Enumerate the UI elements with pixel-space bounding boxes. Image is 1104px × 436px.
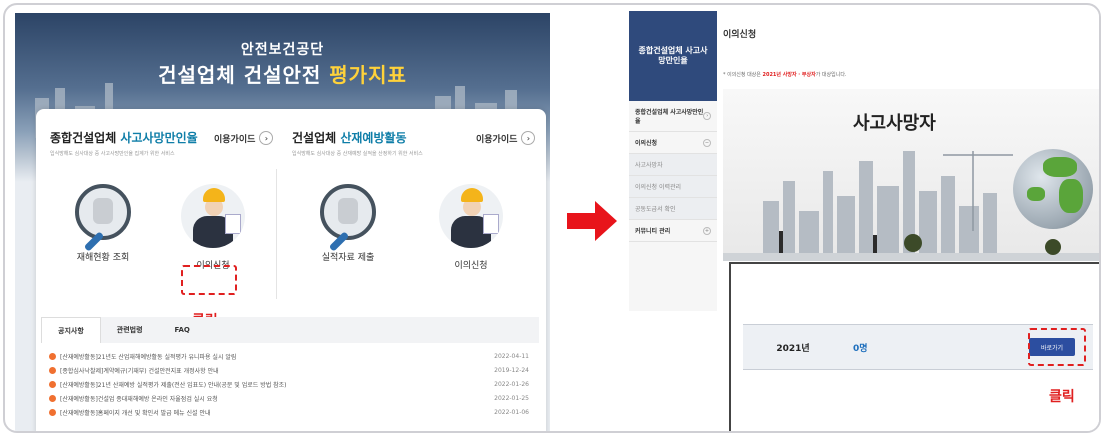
bullet-icon: [49, 380, 56, 388]
result-panel: 2021년 0명 바로가기 클릭: [729, 262, 1099, 431]
submit-records-button[interactable]: 실적자료 제출: [298, 184, 398, 263]
list-item[interactable]: [산재예방활동]21년도 산업재해예방활동 실적평가 유니파용 실시 알림 202…: [49, 349, 529, 363]
main-card: 종합건설업체 사고사망만인율 입식방해도 심사대상 중 사고사망만인율 집계가 …: [36, 109, 546, 431]
chevron-right-icon: ›: [703, 112, 711, 120]
sidebar-item-objection-history[interactable]: 이의신청 이력관리: [629, 176, 717, 198]
bullet-icon: [49, 394, 56, 402]
section-desc: 입식방해도 심사대상 중 산재예방 실적을 산정하기 위한 서비스: [292, 151, 423, 157]
site-title: 건설업체 건설안전 평가지표: [158, 63, 407, 87]
arrow-right-icon: [567, 201, 617, 241]
right-screenshot: 종합건설업체 사고사망만인율 종합건설업체 사고사망만인율 › 이의신청 − 사고사…: [627, 9, 1099, 431]
comparison-frame: 안전보건공단 건설업체 건설안전 평가지표 종합건설업체 사고사망만인율 입식방…: [3, 3, 1101, 433]
tab-notice[interactable]: 공지사항: [41, 317, 101, 343]
sidebar: 종합건설업체 사고사망만인율 종합건설업체 사고사망만인율 › 이의신청 − 사고사…: [629, 11, 717, 311]
globe-icon: [1013, 149, 1093, 229]
sidebar-item-objection[interactable]: 이의신청 −: [629, 132, 717, 154]
accident-lookup-button[interactable]: 재해현황 조회: [53, 184, 153, 263]
icon-label: 재해현황 조회: [76, 253, 130, 263]
count-cell: 0명: [853, 343, 868, 354]
agency-name: 안전보건공단: [240, 42, 325, 58]
sidebar-header: 종합건설업체 사고사망만인율: [629, 11, 717, 101]
sidebar-item-fatalities[interactable]: 사고사망자: [629, 154, 717, 176]
bullet-icon: [49, 366, 56, 374]
page-title: 이의신청: [723, 30, 757, 40]
board-tabs: 공지사항 관련법령 FAQ: [41, 317, 539, 343]
chevron-right-icon: ›: [259, 131, 274, 145]
notice-list: [산재예방활동]21년도 산업재해예방활동 실적평가 유니파용 실시 알림 202…: [49, 349, 529, 419]
sidebar-item-fatality-rate[interactable]: 종합건설업체 사고사망만인율 ›: [629, 101, 717, 132]
worker-icon: [439, 184, 503, 248]
highlight-box: [1028, 328, 1086, 366]
guide-link-2[interactable]: 이용가이드 ›: [476, 131, 536, 145]
click-annotation: 클릭: [1049, 389, 1075, 405]
magnifier-person-icon: [75, 184, 131, 252]
icon-label: 이의신청: [454, 261, 488, 271]
section-desc: 입식방해도 심사대상 중 사고사망만인율 집계가 위한 서비스: [50, 151, 175, 157]
year-cell: 2021년: [776, 343, 810, 354]
magnifier-person-icon: [320, 184, 376, 252]
chevron-right-icon: ›: [521, 131, 536, 145]
objection-button[interactable]: 이의신청: [163, 184, 263, 271]
sidebar-item-joint-contract[interactable]: 공동도급서 확인: [629, 198, 717, 220]
minus-icon: −: [703, 138, 711, 147]
plus-icon: +: [703, 226, 711, 235]
list-item[interactable]: [산재예방활동]건설업 종대재해예방 온라인 자율점검 실시 요청 2022-01…: [49, 391, 529, 405]
tab-faq[interactable]: FAQ: [159, 326, 206, 334]
left-screenshot: 안전보건공단 건설업체 건설안전 평가지표 종합건설업체 사고사망만인율 입식방…: [15, 13, 550, 431]
guide-link-1[interactable]: 이용가이드 ›: [214, 131, 274, 145]
bullet-icon: [49, 408, 56, 416]
icon-label: 실적자료 제출: [321, 253, 375, 263]
bullet-icon: [49, 352, 56, 360]
list-item[interactable]: [산재예방활동]21년 산재예방 실적평가 제출(전산 입표도) 안내(공문 및…: [49, 377, 529, 391]
divider: [276, 169, 277, 299]
notice-text: * 이의신청 대상은 2021년 사망자 · 부상자가 대상입니다.: [723, 72, 847, 78]
tab-laws[interactable]: 관련법령: [101, 325, 159, 335]
list-item[interactable]: [종합심사낙찰제]계약예규(기재부) 건설안전지표 개정사항 안내 2019-12…: [49, 363, 529, 377]
list-item[interactable]: [산재예방활동]홈페이지 개선 및 확인서 발급 메뉴 신설 안내 2022-01…: [49, 405, 529, 419]
objection-button-2[interactable]: 이의신청: [421, 184, 521, 271]
worker-icon: [181, 184, 245, 248]
banner-image: 사고사망자: [723, 89, 1099, 261]
highlight-box: [181, 265, 237, 295]
sidebar-item-community[interactable]: 커뮤니티 관리 +: [629, 220, 717, 242]
